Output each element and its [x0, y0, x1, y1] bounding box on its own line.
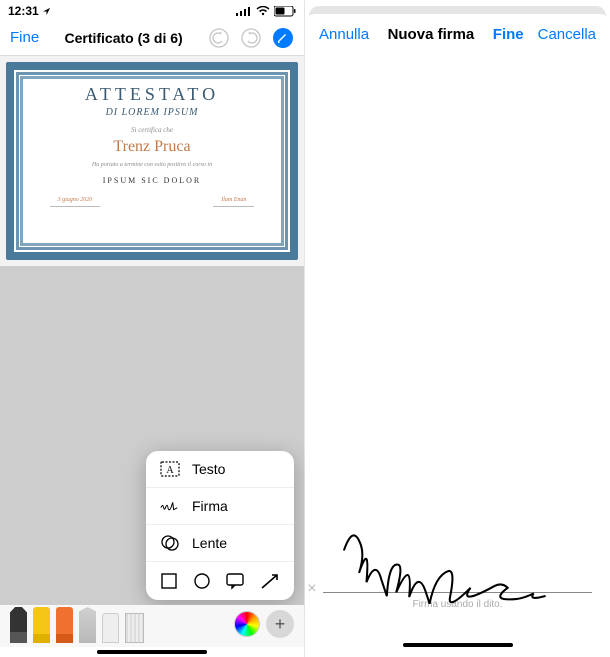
ruler-tool-icon[interactable]: [125, 613, 144, 643]
certificate-date: 3 giugno 2020: [50, 197, 101, 207]
canvas-area[interactable]: A Testo Firma Lente: [0, 266, 304, 608]
status-time-group: 12:31: [8, 4, 51, 18]
add-shape-icon[interactable]: +: [266, 610, 294, 638]
color-picker-icon[interactable]: [234, 611, 260, 637]
done-button[interactable]: Fine: [10, 29, 39, 46]
certificate-course: IPSUM SIC DOLOR: [103, 176, 201, 185]
highlighter-orange-icon[interactable]: [56, 607, 73, 643]
certificate-page: ATTESTATO DI LOREM IPSUM Si certifica ch…: [6, 62, 298, 260]
document-preview[interactable]: ATTESTATO DI LOREM IPSUM Si certifica ch…: [0, 56, 304, 266]
document-title: Certificato (3 di 6): [64, 30, 182, 46]
text-box-icon: A: [160, 460, 180, 478]
undo-icon[interactable]: [208, 27, 230, 49]
markup-toolbar: +: [0, 605, 304, 647]
popup-signature-label: Firma: [192, 498, 228, 514]
battery-icon: [274, 6, 296, 17]
certificate-footer: 3 giugno 2020 Ilam Enan: [50, 197, 255, 207]
pencil-tool-icon[interactable]: [79, 607, 96, 643]
wifi-icon: [256, 6, 270, 16]
sheet-nav: Annulla Nuova firma Fine Cancella: [305, 14, 610, 55]
speech-bubble-icon[interactable]: [225, 572, 245, 590]
certificate-subtitle: DI LOREM IPSUM: [106, 107, 199, 118]
signature-sheet-screen: Annulla Nuova firma Fine Cancella × Firm…: [305, 0, 610, 657]
square-shape-icon[interactable]: [160, 572, 178, 590]
certificate-title: ATTESTATO: [85, 84, 219, 105]
redo-icon[interactable]: [240, 27, 262, 49]
handwritten-signature: [333, 514, 575, 604]
certificate-certifies: Si certifica che: [131, 126, 173, 134]
markup-editor-screen: 12:31 Fine Certificato (3 di 6) ATTESTAT…: [0, 0, 305, 657]
add-annotation-popup: A Testo Firma Lente: [146, 451, 294, 600]
home-indicator[interactable]: [403, 643, 513, 647]
nav-action-icons: [208, 27, 294, 49]
popup-text-option[interactable]: A Testo: [146, 451, 294, 488]
signature-canvas[interactable]: × Firma usando il dito.: [305, 460, 610, 610]
popup-shapes-row: [146, 562, 294, 600]
certificate-signer: Ilam Enan: [213, 197, 254, 207]
location-arrow-icon: [42, 7, 51, 16]
certificate-recipient: Trenz Pruca: [113, 138, 190, 156]
circle-shape-icon[interactable]: [193, 572, 211, 590]
sheet-title: Nuova firma: [388, 26, 475, 43]
popup-magnifier-option[interactable]: Lente: [146, 525, 294, 562]
highlighter-yellow-icon[interactable]: [33, 607, 50, 643]
sheet-right-buttons: Fine Cancella: [493, 26, 596, 43]
home-indicator[interactable]: [97, 650, 207, 654]
markup-pen-icon[interactable]: [272, 27, 294, 49]
signature-baseline: ×: [323, 513, 591, 593]
eraser-tool-icon[interactable]: [102, 613, 119, 643]
svg-text:A: A: [166, 465, 174, 476]
signal-icon: [236, 6, 252, 16]
nav-bar: Fine Certificato (3 di 6): [0, 20, 304, 56]
signature-sheet: Annulla Nuova firma Fine Cancella × Firm…: [305, 14, 610, 650]
status-icons: [236, 6, 296, 17]
done-button[interactable]: Fine: [493, 26, 524, 43]
cancel-button[interactable]: Annulla: [319, 26, 369, 43]
popup-magnifier-label: Lente: [192, 535, 227, 551]
popup-text-label: Testo: [192, 461, 225, 477]
popup-signature-option[interactable]: Firma: [146, 488, 294, 525]
pen-tool-icon[interactable]: [10, 607, 27, 643]
certificate-body: Ha portato a termine con esito positivo …: [92, 162, 212, 170]
clear-x-icon[interactable]: ×: [307, 580, 316, 598]
status-bar: 12:31: [0, 0, 304, 20]
clear-button[interactable]: Cancella: [538, 26, 596, 43]
signature-icon: [160, 497, 180, 515]
magnifier-icon: [160, 534, 180, 552]
arrow-shape-icon[interactable]: [260, 572, 280, 590]
clock-time: 12:31: [8, 4, 39, 18]
